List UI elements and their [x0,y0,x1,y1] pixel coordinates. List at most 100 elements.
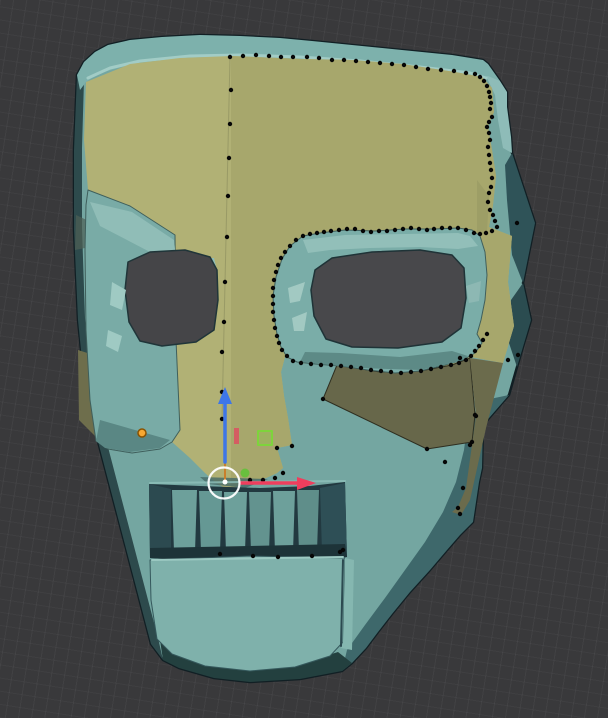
mesh-vertex[interactable] [489,114,495,120]
mesh-vertex[interactable] [228,87,234,93]
mesh-vertex[interactable] [270,301,276,307]
mesh-vertex[interactable] [389,61,395,67]
mesh-vertex[interactable] [485,144,491,150]
mesh-vertex[interactable] [270,309,276,315]
mesh-vertex[interactable] [486,190,492,196]
mesh-vertex[interactable] [468,353,474,359]
mesh-vertex[interactable] [413,64,419,70]
mesh-vertex[interactable] [431,226,437,232]
mesh-vertex[interactable] [318,362,324,368]
mesh-vertex[interactable] [270,293,276,299]
mesh-vertex[interactable] [487,94,493,100]
mesh-vertex[interactable] [486,89,492,95]
mesh-vertex[interactable] [353,58,359,64]
mesh-vertex[interactable] [473,413,479,419]
mesh-vertex[interactable] [352,226,358,232]
mesh-vertex[interactable] [460,485,466,491]
mesh-vertex[interactable] [487,137,493,143]
mesh-vertex[interactable] [488,184,494,190]
mesh-vertex[interactable] [329,57,335,63]
mesh-vertex[interactable] [275,554,281,560]
mesh-vertex[interactable] [488,100,494,106]
mesh-vertex[interactable] [483,230,489,236]
mesh-vertex[interactable] [484,124,490,130]
mesh-vertex[interactable] [378,368,384,374]
mesh-vertex[interactable] [304,54,310,60]
mesh-vertex[interactable] [328,228,334,234]
mesh-vertex[interactable] [408,225,414,231]
mesh-vertex[interactable] [384,228,390,234]
mesh-vertex[interactable] [487,106,493,112]
mesh-vertex[interactable] [358,365,364,371]
mesh-vertex[interactable] [276,340,282,346]
mesh-vertex[interactable] [400,226,406,232]
mesh-vertex[interactable] [360,228,366,234]
mesh-vertex[interactable] [494,224,500,230]
mesh-vertex[interactable] [217,551,223,557]
mesh-vertex[interactable] [471,230,477,236]
mesh-vertex[interactable] [488,167,494,173]
mesh-vertex[interactable] [481,78,487,84]
mesh-vertex[interactable] [428,366,434,372]
mesh-vertex[interactable] [418,368,424,374]
mesh-vertex[interactable] [408,369,414,375]
mesh-vertex[interactable] [219,349,225,355]
mesh-vertex[interactable] [225,193,231,199]
mesh-vertex[interactable] [271,277,277,283]
mesh-vertex[interactable] [477,74,483,80]
mesh-vertex[interactable] [307,231,313,237]
mesh-vertex[interactable] [222,279,228,285]
mesh-vertex[interactable] [320,396,326,402]
mesh-vertex[interactable] [316,55,322,61]
mesh-vertex[interactable] [328,362,334,368]
mesh-vertex[interactable] [515,352,521,358]
mesh-vertex[interactable] [472,348,478,354]
mesh-vertex[interactable] [490,212,496,218]
mesh-vertex[interactable] [514,220,520,226]
chin-plate[interactable] [149,555,346,672]
mesh-vertex[interactable] [486,119,492,125]
mesh-vertex[interactable] [274,333,280,339]
mesh-vertex[interactable] [472,71,478,77]
mesh-vertex[interactable] [388,369,394,375]
mesh-vertex[interactable] [284,353,290,359]
mesh-vertex[interactable] [376,228,382,234]
mesh-vertex[interactable] [456,360,462,366]
mesh-vertex[interactable] [224,234,230,240]
mesh-vertex[interactable] [463,357,469,363]
mesh-vertex[interactable] [278,255,284,261]
mesh-vertex[interactable] [287,243,293,249]
mesh-vertex[interactable] [448,362,454,368]
gizmo-plane-handle[interactable] [257,430,273,446]
mesh-vertex[interactable] [226,155,232,161]
gizmo-y-axis-dot[interactable] [240,468,250,478]
mesh-vertex[interactable] [336,227,342,233]
mesh-vertex[interactable] [439,225,445,231]
mesh-vertex[interactable] [438,364,444,370]
mesh-vertex[interactable] [486,152,492,158]
mesh-vertex[interactable] [314,230,320,236]
mesh-vertex[interactable] [300,233,306,239]
mesh-vertex[interactable] [489,175,495,181]
mesh-vertex[interactable] [438,67,444,73]
mesh-vertex[interactable] [338,363,344,369]
mesh-vertex[interactable] [227,54,233,60]
mesh-vertex[interactable] [266,53,272,59]
mesh-vertex[interactable] [392,227,398,233]
mesh-vertex[interactable] [489,228,495,234]
mesh-vertex[interactable] [340,547,346,553]
mesh-vertex[interactable] [486,130,492,136]
mesh-vertex[interactable] [401,62,407,68]
mesh-vertex[interactable] [280,470,286,476]
mesh-vertex[interactable] [290,358,296,364]
mesh-vertex[interactable] [282,249,288,255]
mesh-vertex[interactable] [457,511,463,517]
mesh-vertex[interactable] [298,360,304,366]
mesh-vertex[interactable] [278,54,284,60]
mesh-vertex[interactable] [272,325,278,331]
mesh-vertex[interactable] [442,459,448,465]
mesh-vertex[interactable] [321,229,327,235]
mesh-vertex[interactable] [289,443,295,449]
mesh-vertex[interactable] [348,364,354,370]
mesh-vertex[interactable] [463,70,469,76]
